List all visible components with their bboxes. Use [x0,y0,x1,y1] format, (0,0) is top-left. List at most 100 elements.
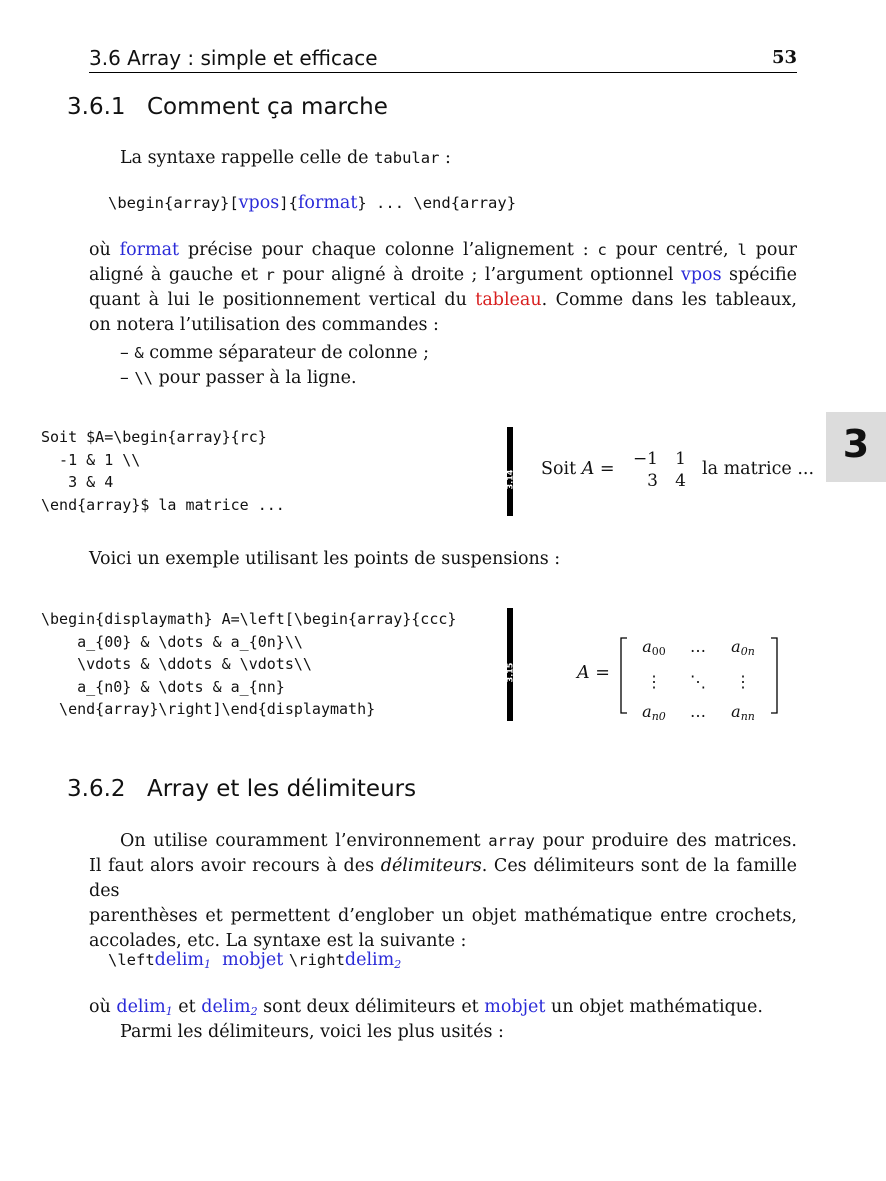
matrix-row: −1 1 [626,448,696,470]
matrix-ccc: a00 … a0n ⋮ ⋱ ⋮ an0 … ann [632,632,766,732]
text: où [89,997,117,1017]
text: où [89,240,120,260]
code-line: a_{00} & \dots & a_{0n}\\ [41,632,303,651]
delim-syntax-line: \leftdelim1 mobjet \rightdelim2 [108,948,401,977]
code-line: Soit $A=\begin{array}{rc} [41,428,267,446]
delim-keyword: delim [116,997,166,1017]
matrix-cell: ⋱ [690,672,706,691]
example-3-14-code: Soit $A=\begin{array}{rc} -1 & 1 \\ 3 & … [41,426,285,516]
section-title: Comment ça marche [147,94,388,120]
section-title: Array et les délimiteurs [147,776,417,802]
right-command: \right [288,951,345,969]
right-bracket [771,637,778,714]
tableau-link[interactable]: tableau [475,290,541,310]
cell-var: a [642,637,652,656]
syntax-vpos: vpos [238,193,280,213]
chapter-number: 3 [842,422,870,466]
code-line: -1 & 1 \\ [41,450,141,469]
equals-sign: = [595,663,610,683]
text: sont deux délimiteurs et [257,997,485,1017]
bullet-dash: – [120,343,129,363]
para-line: Il faut alors avoir recours à des délimi… [89,854,797,904]
text: un objet mathématique. [545,997,763,1017]
text: quant à lui le positionnement vertical d… [89,290,476,310]
text: pour produire des matrices. [534,831,797,851]
para-line: aligné à gauche et r pour aligné à droit… [89,263,797,288]
section-heading-3-6-2: 3.6.2 Array et les délimiteurs [67,776,416,802]
matrix-lhs: A = [577,661,610,686]
matrix-cell: … [690,637,706,656]
bullet-list: – & comme séparateur de colonne ; – \\ p… [120,341,429,391]
mobjet-keyword: mobjet [484,997,546,1017]
equals-sign: = [594,459,615,479]
code-l: l [737,241,747,259]
syntax-end: } ... \end{array} [357,194,517,212]
output-tail: la matrice ... [702,459,815,479]
para-line: On utilise couramment l’environnement ar… [89,829,797,854]
intro-text: La syntaxe rappelle celle de [120,148,369,168]
matrix-row: 3 4 [626,470,696,492]
text: pour aligné à droite ; l’argument option… [274,265,681,285]
left-command: \left [108,951,155,969]
bullet-text: comme séparateur de colonne ; [143,343,429,363]
matrix-rc: −1 1 3 4 [626,448,696,492]
output-text: Soit [541,459,582,479]
intro-end: : [439,148,451,168]
list-item: – \\ pour passer à la ligne. [120,366,429,391]
example-3-15-code: \begin{displaymath} A=\left[\begin{array… [41,608,456,721]
example-badge: 3.15 [505,662,515,683]
example-badge: 3.14 [505,469,515,490]
matrix-cell: ⋮ [735,672,751,691]
section-number: 3.6.2 [67,776,126,802]
section-number: 3.6.1 [67,94,126,120]
code-c: c [597,241,607,259]
cell-sub: 0n [740,645,755,658]
delimiters-paragraph: On utilise couramment l’environnement ar… [89,829,797,954]
code-r: r [265,266,275,284]
section-header: 3.6 Array : simple et efficace [89,46,378,70]
mid-paragraph: Voici un exemple utilisant les points de… [89,549,561,569]
code-line: a_{n0} & \dots & a_{nn} [41,677,285,696]
delim-sub: 2 [394,958,402,971]
matrix-cell: a0n [720,632,766,667]
para-line: quant à lui le positionnement vertical d… [89,288,797,313]
array-syntax-line: \begin{array}[vpos]{format} ... \end{arr… [108,191,516,216]
delim-sub: 1 [165,1005,173,1018]
matrix-cell: ann [720,697,766,732]
para-line: on notera l’utilisation des commandes : [89,315,439,335]
matrix-cell: a00 [632,632,676,667]
para-line: parenthèses et permettent d’englober un … [89,906,797,926]
code-line: 3 & 4 [41,473,114,491]
cell-var: a [731,702,741,721]
tabular-code: tabular [374,149,440,167]
matrix-row: an0 … ann [632,697,766,732]
text: . Comme dans les tableaux, [541,290,797,310]
cell-var: a [731,637,741,656]
code-line: \end{array}$ la matrice ... [41,495,285,514]
para-line: où format précise pour chaque colonne l’… [89,238,797,263]
matrix-cell: ⋮ [646,672,662,691]
left-bracket [620,637,627,714]
format-keyword: format [119,240,180,260]
text: Il faut alors avoir recours à des [89,856,381,876]
matrix-cell: −1 [632,449,658,469]
bullet-dash: – [120,368,129,388]
delim-keyword: delim [154,950,205,970]
matrix-cell: 1 [675,449,686,469]
format-paragraph: où format précise pour chaque colonne l’… [89,238,797,338]
cell-sub: n0 [651,710,666,723]
text: spécifie [721,265,797,285]
matrix-row: ⋮ ⋱ ⋮ [632,667,766,697]
cell-var: a [642,702,652,721]
matrix-cell: … [690,702,706,721]
delim-keyword: delim [201,997,251,1017]
running-header: 3.6 Array : simple et efficace 53 [89,45,797,73]
example-3-14-output: Soit A = [541,457,615,482]
matrix-row: a00 … a0n [632,632,766,667]
code-line: \vdots & \ddots & \vdots\\ [41,655,312,673]
example-3-15-divider: 3.15 [505,608,515,721]
delim-intro-paragraph: Parmi les délimiteurs, voici les plus us… [120,1022,504,1042]
vpos-keyword: vpos [680,265,722,285]
bullet-text: pour passer à la ligne. [153,368,357,388]
section-heading-3-6-1: 3.6.1 Comment ça marche [67,94,388,120]
